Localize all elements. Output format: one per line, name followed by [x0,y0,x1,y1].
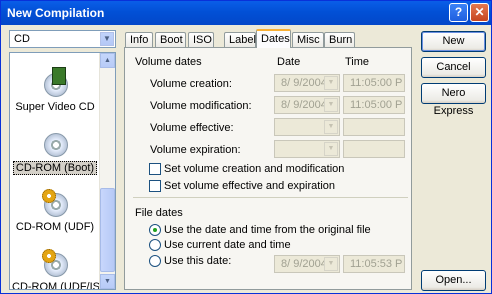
chevron-down-icon: ▼ [324,98,338,112]
list-item-label: CD-ROM (UDF) [15,221,95,233]
list-scrollbar[interactable]: ▲ ▼ [99,53,115,289]
cancel-button[interactable]: Cancel [421,57,486,78]
use-this-date-label[interactable]: Use this date: [164,255,231,267]
set-effective-expiration-label[interactable]: Set volume effective and expiration [164,180,335,192]
chevron-down-icon[interactable]: ▼ [100,32,114,46]
field-value: 8/ 9/2004 [281,99,327,111]
list-item-label: Super Video CD [15,101,95,113]
field-value: 11:05:00 P [350,99,403,111]
use-original-date-radio[interactable] [149,224,161,236]
compilation-type-list[interactable]: Super Video CD CD-ROM (Boot) CD-ROM (UDF… [9,52,116,290]
use-this-date-radio[interactable] [149,255,161,267]
list-item-cdrom-boot[interactable]: CD-ROM (Boot) [10,127,100,175]
list-item-cdrom-udf[interactable]: CD-ROM (UDF) [10,187,100,233]
field-value: 8/ 9/2004 [281,258,327,270]
set-effective-expiration-checkbox[interactable] [149,180,161,192]
new-compilation-dialog: New Compilation ? ✕ CD ▼ Super Video CD … [0,0,492,294]
close-button[interactable]: ✕ [470,3,489,22]
tab-dates[interactable]: Dates [256,29,291,48]
section-divider [133,197,408,198]
use-original-date-label[interactable]: Use the date and time from the original … [164,224,371,236]
open-button[interactable]: Open... [421,270,486,291]
tab-info[interactable]: Info [125,32,153,47]
scroll-down-icon[interactable]: ▼ [100,274,115,289]
media-type-combo[interactable]: CD ▼ [9,30,116,48]
volume-modification-time-field: 11:05:00 P [343,96,405,114]
volume-effective-label: Volume effective: [150,122,234,134]
volume-expiration-label: Volume expiration: [150,144,241,156]
tab-boot[interactable]: Boot [155,32,186,47]
chevron-down-icon: ▼ [324,257,338,271]
set-creation-modification-label[interactable]: Set volume creation and modification [164,163,344,175]
scroll-up-icon[interactable]: ▲ [100,53,115,68]
volume-creation-date-field: 8/ 9/2004 ▼ [274,74,340,92]
chevron-down-icon: ▼ [324,120,338,134]
volume-effective-date-field: ▼ [274,118,340,136]
volume-creation-label: Volume creation: [150,78,232,90]
volume-modification-label: Volume modification: [150,100,252,112]
boot-disc-icon [40,127,70,159]
this-date-field: 8/ 9/2004 ▼ [274,255,340,273]
date-column-header: Date [277,56,301,68]
field-value: 8/ 9/2004 [281,77,327,89]
time-column-header: Time [345,56,370,68]
media-type-value: CD [14,33,30,45]
help-button[interactable]: ? [449,3,468,22]
title-bar[interactable]: New Compilation ? ✕ [1,1,491,25]
field-value: 11:05:00 P [350,77,403,89]
scroll-thumb[interactable] [100,188,115,272]
tab-iso[interactable]: ISO [188,32,214,47]
chevron-down-icon: ▼ [324,76,338,90]
volume-expiration-time-field [343,140,405,158]
udf-disc-icon [40,187,70,219]
file-dates-heading: File dates [135,207,183,219]
chevron-down-icon: ▼ [324,142,338,156]
video-disc-icon [40,67,70,99]
volume-dates-heading: Volume dates [135,56,202,68]
nero-express-button[interactable]: Nero Express [421,83,486,117]
tab-burn[interactable]: Burn [324,32,355,47]
tab-label[interactable]: Label [224,32,256,47]
list-item-label: CD-ROM (Boot) [12,161,98,175]
window-title: New Compilation [7,6,105,20]
use-current-date-radio[interactable] [149,239,161,251]
new-button[interactable]: New [421,31,486,52]
set-creation-modification-checkbox[interactable] [149,163,161,175]
list-item-cdrom-udf-iso[interactable]: CD-ROM (UDF/ISO) [10,247,112,289]
list-item-super-video-cd[interactable]: Super Video CD [10,67,100,113]
this-time-field: 11:05:53 P [343,255,405,273]
udf-iso-disc-icon [40,247,70,279]
field-value: 11:05:53 P [350,258,403,270]
tab-misc[interactable]: Misc [292,32,324,47]
volume-effective-time-field [343,118,405,136]
volume-expiration-date-field: ▼ [274,140,340,158]
volume-creation-time-field: 11:05:00 P [343,74,405,92]
volume-modification-date-field: 8/ 9/2004 ▼ [274,96,340,114]
use-current-date-label[interactable]: Use current date and time [164,239,291,251]
